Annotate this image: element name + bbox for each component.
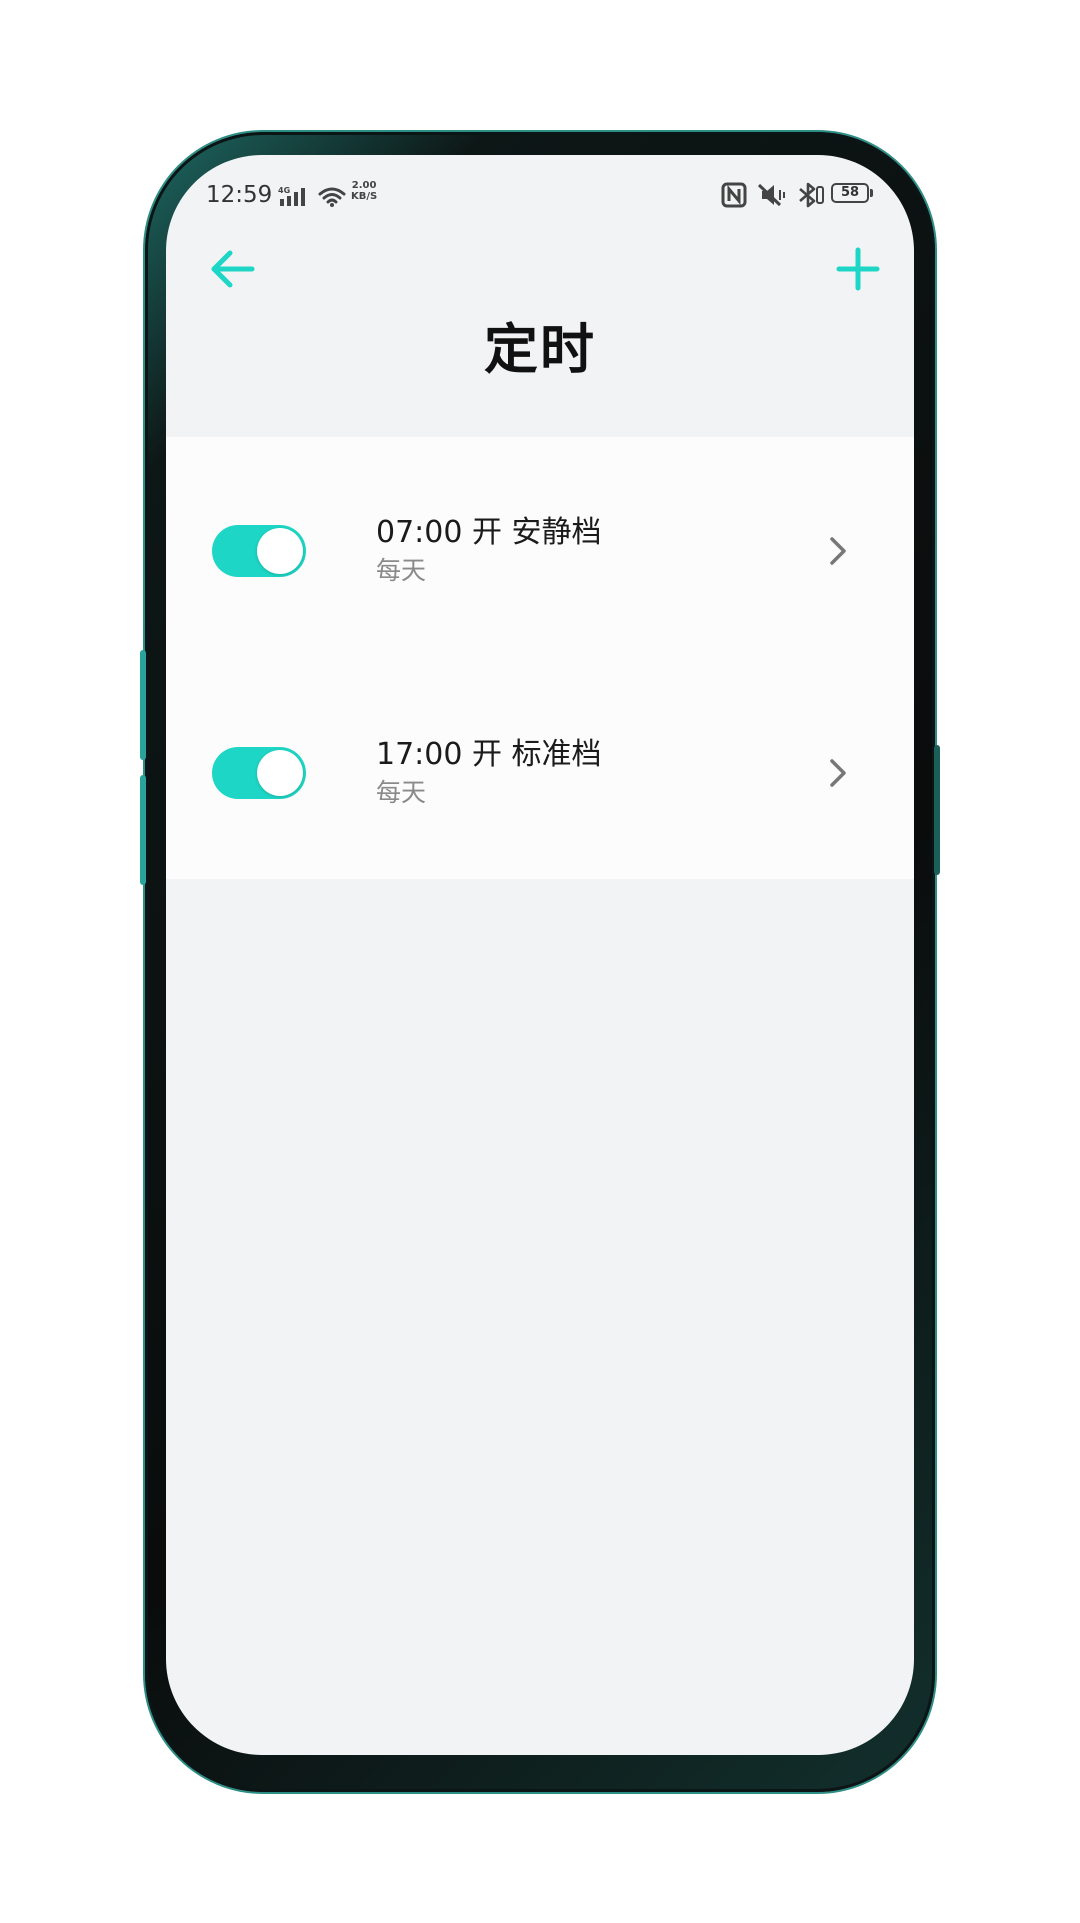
arrow-left-icon (211, 250, 255, 288)
mute-vibrate-icon (757, 183, 785, 207)
timer-label: 07:00 开 安静档 (376, 515, 602, 550)
timer-toggle[interactable] (212, 525, 306, 577)
network-speed-value: 2.00 (351, 180, 377, 191)
bluetooth-icon (799, 182, 824, 208)
timer-toggle[interactable] (212, 747, 306, 799)
network-speed-unit: KB/S (351, 191, 378, 202)
wifi-icon (318, 187, 346, 207)
network-type-label: 4G (278, 186, 290, 195)
power-button-hardware (934, 745, 940, 875)
nfc-icon (721, 182, 747, 208)
chevron-right-icon (830, 537, 846, 565)
toggle-knob (257, 528, 303, 574)
timer-row[interactable]: 07:00 开 安静档 每天 (166, 437, 914, 657)
timer-list: 07:00 开 安静档 每天 17:00 开 标准档 每天 (166, 437, 914, 879)
volume-down-button-hardware (140, 775, 146, 885)
battery-indicator: 58 (831, 183, 873, 203)
back-button[interactable] (204, 239, 264, 299)
timer-repeat: 每天 (376, 778, 427, 807)
plus-icon (836, 247, 880, 291)
timer-label: 17:00 开 标准档 (376, 737, 602, 772)
volume-up-button-hardware (140, 650, 146, 760)
toggle-knob (257, 750, 303, 796)
phone-screen: 12:59 4G 2.00 KB/S 58 定时 07:00 开 安静档 每天 … (166, 155, 914, 1755)
status-bar: 12:59 4G 2.00 KB/S 58 (166, 155, 914, 235)
add-timer-button[interactable] (828, 239, 888, 299)
timer-row[interactable]: 17:00 开 标准档 每天 (166, 659, 914, 879)
timer-repeat: 每天 (376, 556, 427, 585)
status-time: 12:59 (206, 182, 273, 208)
network-speed: 2.00 KB/S (351, 180, 377, 202)
cellular-signal-icon: 4G (278, 186, 305, 206)
page-title: 定时 (484, 318, 596, 381)
chevron-right-icon (830, 759, 846, 787)
